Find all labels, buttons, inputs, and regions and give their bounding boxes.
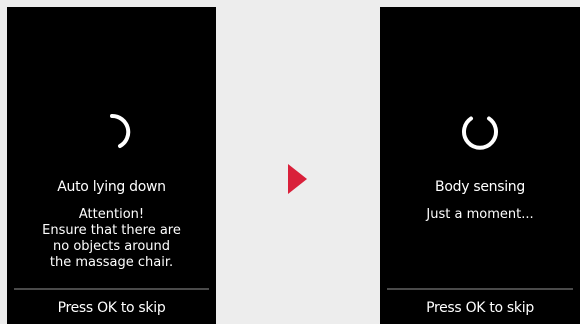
wait-message: Just a moment... — [426, 207, 534, 222]
skip-button[interactable]: Press OK to skip — [380, 300, 580, 316]
loading-spinner-icon — [462, 116, 498, 150]
auto-lying-down-screen: Auto lying down Attention! Ensure that t… — [7, 7, 216, 324]
body-sensing-screen: Body sensing Just a moment... Press OK t… — [380, 7, 580, 324]
screen-title: Auto lying down — [57, 179, 166, 195]
next-arrow-icon — [288, 164, 307, 194]
attention-message: Attention! Ensure that there are no obje… — [42, 207, 181, 270]
screen-title: Body sensing — [435, 179, 525, 195]
divider — [387, 288, 573, 290]
skip-button[interactable]: Press OK to skip — [7, 300, 216, 316]
loading-spinner-icon — [109, 113, 130, 148]
divider — [14, 288, 209, 290]
